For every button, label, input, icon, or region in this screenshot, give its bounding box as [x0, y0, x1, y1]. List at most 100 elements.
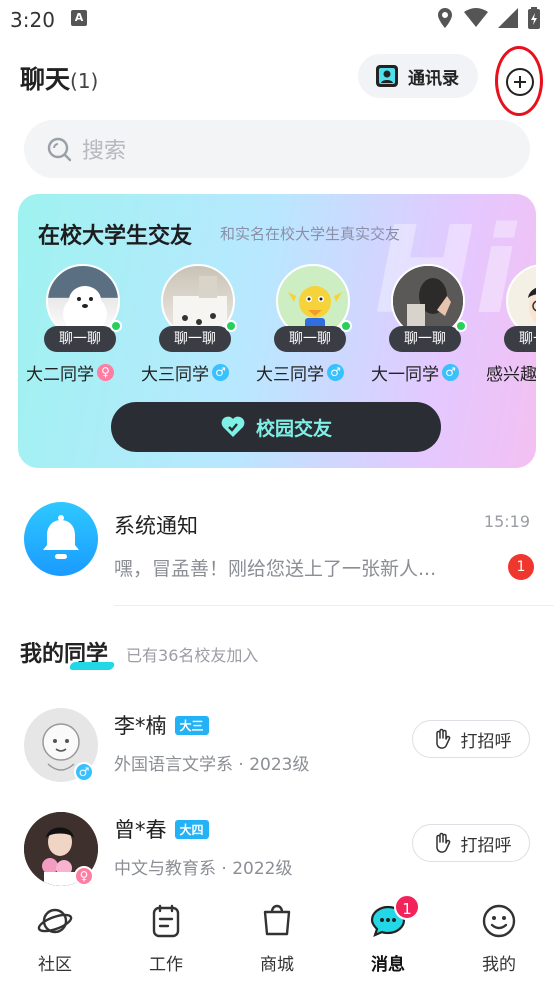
classmate-name: 李*楠 大三 — [114, 710, 209, 740]
system-notification-row[interactable]: 系统通知 15:19 嘿，冒孟善！刚给您送上了一张新人... 1 — [0, 498, 554, 606]
chat-count: (1) — [70, 69, 99, 93]
greet-label: 打招呼 — [460, 835, 512, 856]
page-title-text: 聊天 — [20, 65, 71, 94]
wave-hand-icon — [435, 832, 450, 853]
divider — [114, 605, 554, 606]
classmates-section-header: 我的同学 已有36名校友加入 — [20, 636, 258, 672]
battery-icon — [528, 7, 540, 29]
bell-avatar — [24, 502, 98, 576]
signal-icon — [498, 8, 518, 28]
shopping-bag-icon — [263, 904, 291, 936]
highlight-ring — [495, 46, 543, 116]
banner-person[interactable]: 聊一聊 感兴趣 — [486, 264, 536, 385]
person-name: 大二同学 ♀ — [26, 360, 146, 385]
notification-title: 系统通知 — [114, 514, 198, 538]
tab-messages[interactable]: 1 消息 — [348, 894, 428, 975]
list-item[interactable]: ♀ 曾*春 大四 中文与教育系 · 2022级 打招呼 — [0, 812, 554, 902]
contacts-button[interactable]: 通讯录 — [358, 54, 478, 98]
tab-mall[interactable]: 商城 — [237, 902, 317, 975]
grade-badge: 大三 — [174, 715, 209, 735]
chat-chip[interactable]: 聊一聊 — [44, 326, 116, 352]
greet-button[interactable]: 打招呼 — [412, 720, 530, 758]
banner-person[interactable]: 聊一聊 大一同学 ♂ — [371, 264, 485, 385]
person-name: 大三同学 ♂ — [256, 360, 376, 385]
add-plus-icon[interactable] — [506, 68, 534, 96]
tab-badge: 1 — [394, 894, 420, 920]
greet-button[interactable]: 打招呼 — [412, 824, 530, 862]
notification-icon: A — [71, 10, 87, 26]
classmate-name: 曾*春 大四 — [114, 814, 209, 844]
search-placeholder: 搜索 — [82, 139, 127, 164]
person-name: 感兴趣 — [486, 360, 536, 385]
person-name: 大三同学 ♂ — [141, 360, 261, 385]
online-dot — [340, 320, 352, 332]
list-item[interactable]: ♂ 李*楠 大三 外国语言文学系 · 2023级 打招呼 — [0, 708, 554, 798]
online-dot — [225, 320, 237, 332]
banner-person[interactable]: 聊一聊 大三同学 ♂ — [256, 264, 370, 385]
banner-person[interactable]: 聊一聊 大二同学 ♀ — [26, 264, 140, 385]
grade-badge: 大四 — [174, 819, 209, 839]
planet-icon — [37, 908, 73, 934]
campus-button-label: 校园交友 — [255, 417, 332, 440]
greet-label: 打招呼 — [460, 731, 512, 752]
banner-avatar-list: 聊一聊 大二同学 ♀ 聊一聊 大三同学 ♂ 聊一聊 大三同学 ♂ 聊一聊 大一同… — [26, 264, 536, 385]
banner-title: 在校大学生交友 — [38, 224, 193, 249]
chat-chip[interactable]: 聊一聊 — [159, 326, 231, 352]
search-icon — [47, 137, 72, 162]
male-icon: ♂ — [74, 762, 94, 782]
tab-label: 社区 — [38, 955, 72, 975]
clipboard-icon — [152, 904, 180, 938]
campus-friends-button[interactable]: 校园交友 — [111, 402, 441, 452]
female-icon: ♀ — [97, 364, 114, 381]
section-title: 我的同学 — [20, 636, 108, 668]
notification-preview: 嘿，冒孟善！刚给您送上了一张新人... — [114, 558, 437, 580]
contact-book-icon — [376, 65, 398, 87]
notification-time: 15:19 — [483, 512, 530, 531]
tab-label: 工作 — [149, 955, 183, 975]
classmate-name-text: 曾*春 — [114, 818, 167, 842]
tab-label: 商城 — [260, 955, 294, 975]
bottom-tab-bar: 社区 工作 商城 1 消息 我的 — [0, 894, 554, 984]
tab-work[interactable]: 工作 — [126, 902, 206, 975]
bell-icon — [43, 515, 79, 559]
status-time: 3:20 — [10, 8, 55, 32]
person-name-text: 感兴趣 — [486, 365, 536, 385]
person-name: 大一同学 ♂ — [371, 360, 491, 385]
contacts-label: 通讯录 — [408, 68, 459, 89]
classmate-meta: 中文与教育系 · 2022级 — [114, 859, 293, 879]
unread-badge: 1 — [508, 554, 534, 580]
search-bar[interactable]: 搜索 — [24, 120, 530, 178]
page-title: 聊天(1) — [20, 60, 98, 96]
chat-header: 聊天(1) 通讯录 — [0, 46, 554, 116]
female-icon: ♀ — [74, 866, 94, 886]
male-icon: ♂ — [327, 364, 344, 381]
section-subtitle: 已有36名校友加入 — [126, 646, 259, 665]
tab-label: 消息 — [371, 955, 405, 975]
online-dot — [455, 320, 467, 332]
person-name-text: 大三同学 — [256, 365, 324, 385]
tab-community[interactable]: 社区 — [15, 902, 95, 975]
classmate-meta: 外国语言文学系 · 2023级 — [114, 755, 310, 775]
person-name-text: 大一同学 — [371, 365, 439, 385]
tab-profile[interactable]: 我的 — [459, 902, 539, 975]
banner-person[interactable]: 聊一聊 大三同学 ♂ — [141, 264, 255, 385]
chat-chip[interactable]: 聊一聊 — [274, 326, 346, 352]
banner-subtitle: 和实名在校大学生真实交友 — [220, 225, 401, 243]
status-icons — [436, 7, 540, 29]
classmate-name-text: 李*楠 — [114, 714, 167, 738]
campus-friends-banner[interactable]: Hi 在校大学生交友 和实名在校大学生真实交友 聊一聊 大二同学♀ 聊一聊 大三… — [18, 194, 536, 468]
chat-chip[interactable]: 聊一聊 — [389, 326, 461, 352]
chat-chip[interactable]: 聊一聊 — [504, 326, 536, 352]
male-icon: ♂ — [212, 364, 229, 381]
tab-label: 我的 — [482, 955, 516, 975]
location-icon — [438, 8, 452, 28]
wifi-icon — [464, 8, 488, 27]
online-dot — [110, 320, 122, 332]
wave-hand-icon — [435, 728, 450, 749]
male-icon: ♂ — [442, 364, 459, 381]
status-bar: 3:20 A — [0, 0, 554, 38]
campus-heart-icon — [221, 416, 245, 437]
smiley-icon — [482, 904, 516, 938]
person-name-text: 大三同学 — [141, 365, 209, 385]
person-name-text: 大二同学 — [26, 365, 94, 385]
